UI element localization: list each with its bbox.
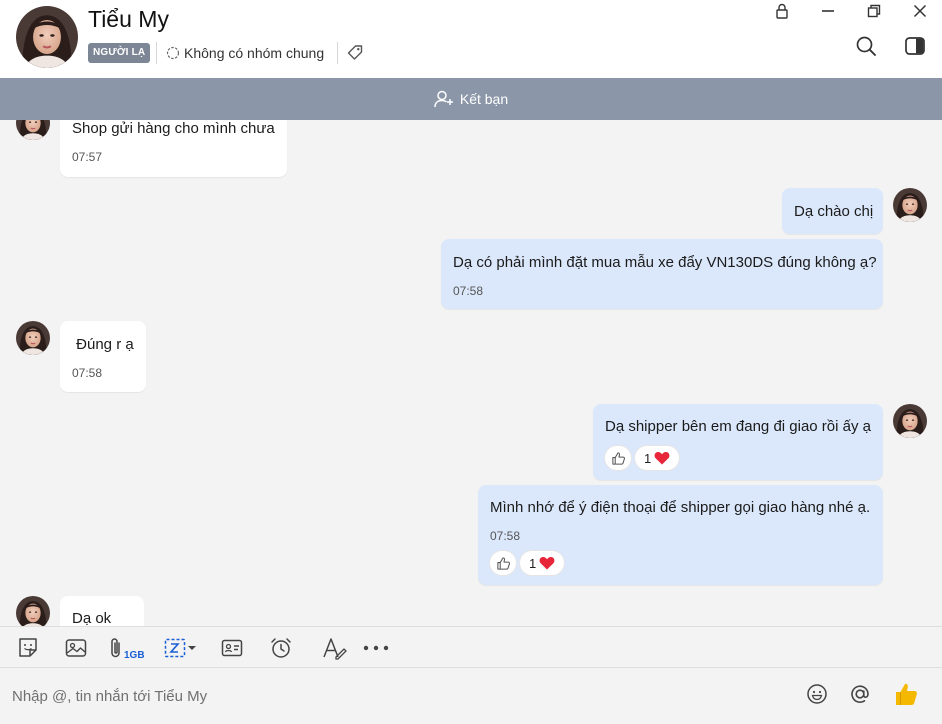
reaction-summary[interactable]: 1 bbox=[520, 551, 565, 575]
message-time: 07:58 bbox=[490, 529, 521, 543]
lock-icon[interactable] bbox=[762, 0, 802, 22]
message-text: Dạ shipper bên em đang đi giao rồi ấy ạ bbox=[605, 418, 872, 435]
reaction-count: 1 bbox=[644, 450, 652, 466]
image-icon[interactable] bbox=[63, 635, 89, 661]
divider bbox=[156, 42, 157, 64]
like-reaction-button[interactable] bbox=[605, 446, 631, 470]
message-input[interactable] bbox=[0, 668, 790, 724]
message-text: Dạ ok bbox=[72, 610, 112, 626]
thumbs-up-outline-icon bbox=[611, 451, 625, 465]
screenshot-button[interactable] bbox=[160, 635, 200, 661]
outgoing-message[interactable]: Dạ có phải mình đặt mua mẫu xe đẩy VN130… bbox=[441, 239, 883, 309]
panel-toggle-icon[interactable] bbox=[901, 32, 929, 60]
attach-icon bbox=[111, 638, 120, 658]
composer-toolbar: 1GB bbox=[0, 626, 942, 668]
contact-name[interactable]: Tiểu My bbox=[88, 6, 169, 33]
message-time: 07:58 bbox=[72, 366, 103, 380]
chat-header: Tiểu My NGƯỜI LẠ Không có nhóm chung bbox=[0, 0, 942, 78]
outgoing-message[interactable]: Dạ shipper bên em đang đi giao rồi ấy ạ … bbox=[593, 404, 883, 480]
more-icon[interactable] bbox=[362, 635, 390, 661]
message-time: 07:58 bbox=[453, 284, 484, 298]
add-friend-bar[interactable]: Kết bạn bbox=[0, 78, 942, 120]
minimize-icon[interactable] bbox=[808, 0, 848, 22]
sticker-icon[interactable] bbox=[15, 635, 41, 661]
divider bbox=[337, 42, 338, 64]
mutual-groups[interactable]: Không có nhóm chung bbox=[166, 42, 324, 64]
thumbs-up-outline-icon bbox=[496, 556, 510, 570]
contact-avatar-small[interactable] bbox=[16, 120, 50, 140]
contact-avatar[interactable] bbox=[16, 6, 78, 68]
close-icon[interactable] bbox=[900, 0, 940, 22]
message-time: 07:57 bbox=[72, 150, 103, 164]
incoming-message[interactable]: Shop gửi hàng cho mình chưa 07:57 bbox=[60, 120, 287, 177]
attach-file-button[interactable]: 1GB bbox=[108, 635, 150, 661]
message-text: Đúng r ạ bbox=[72, 336, 134, 353]
chevron-down-icon bbox=[188, 646, 196, 650]
group-icon bbox=[166, 46, 180, 60]
message-text: Shop gửi hàng cho mình chưa bbox=[72, 120, 275, 137]
incoming-message[interactable]: Dạ ok bbox=[60, 596, 144, 626]
reaction-count: 1 bbox=[529, 555, 537, 571]
message-text: Dạ chào chị bbox=[794, 203, 874, 220]
heart-icon bbox=[539, 556, 555, 570]
mention-icon[interactable] bbox=[846, 680, 874, 708]
my-avatar[interactable] bbox=[893, 404, 927, 438]
add-friend-icon bbox=[434, 90, 453, 108]
my-avatar[interactable] bbox=[893, 188, 927, 222]
incoming-message[interactable]: Đúng r ạ 07:58 bbox=[60, 321, 146, 392]
reaction-summary[interactable]: 1 bbox=[635, 446, 680, 470]
screenshot-icon bbox=[164, 638, 186, 658]
tag-icon[interactable] bbox=[344, 42, 366, 64]
message-text: Mình nhớ để ý điện thoại để shipper gọi … bbox=[490, 499, 871, 516]
contact-avatar-small[interactable] bbox=[16, 321, 50, 355]
heart-icon bbox=[654, 451, 670, 465]
message-list[interactable]: Shop gửi hàng cho mình chưa 07:57 Dạ chà… bbox=[0, 120, 942, 626]
contact-avatar-small[interactable] bbox=[16, 596, 50, 626]
thumbs-up-icon[interactable] bbox=[892, 680, 920, 708]
stranger-badge: NGƯỜI LẠ bbox=[88, 43, 151, 63]
mutual-groups-label: Không có nhóm chung bbox=[184, 45, 325, 61]
outgoing-message[interactable]: Dạ chào chị bbox=[782, 188, 883, 234]
message-text: Dạ có phải mình đặt mua mẫu xe đẩy VN130… bbox=[453, 254, 877, 271]
reminder-icon[interactable] bbox=[268, 635, 294, 661]
like-reaction-button[interactable] bbox=[490, 551, 516, 575]
contact-card-icon[interactable] bbox=[219, 635, 245, 661]
format-text-icon[interactable] bbox=[321, 635, 347, 661]
restore-icon[interactable] bbox=[854, 0, 894, 22]
composer bbox=[0, 668, 942, 724]
search-icon[interactable] bbox=[852, 32, 880, 60]
emoji-icon[interactable] bbox=[803, 680, 831, 708]
file-size-limit: 1GB bbox=[124, 649, 145, 661]
add-friend-label: Kết bạn bbox=[459, 91, 509, 107]
outgoing-message[interactable]: Mình nhớ để ý điện thoại để shipper gọi … bbox=[478, 485, 883, 585]
